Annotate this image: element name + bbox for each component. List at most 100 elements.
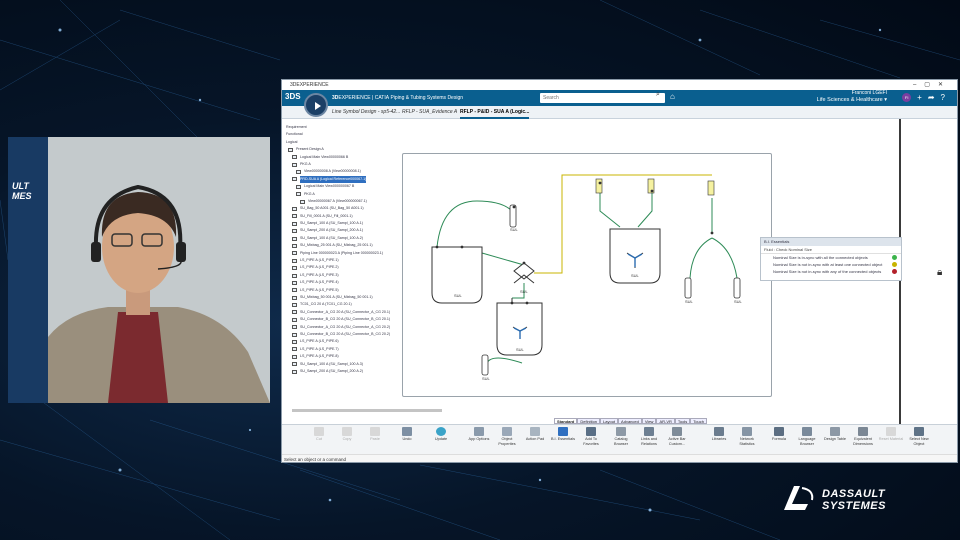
action-bar: Cut Copy Paste Undo Update App Options O…	[282, 424, 957, 454]
tree-node[interactable]: SU_Connector_B_CG 20 A (SU_Connector_B_C…	[286, 316, 396, 323]
tree-node[interactable]: SU_Connector_B_CG 20 A (SU_Connector_B_C…	[286, 331, 396, 338]
tree-node[interactable]: Logical	[286, 139, 396, 146]
node-icon	[292, 243, 297, 248]
tree-node[interactable]: LS_PIPE A (LS_PIPE.8)	[286, 353, 396, 360]
active-bar-custom-button[interactable]: Active Bar Custom...	[664, 427, 690, 446]
bi-essentials-button[interactable]: B.I. Essentials	[550, 427, 576, 442]
compass-icon[interactable]	[304, 93, 328, 117]
tree-node[interactable]: LS_PIPE A (LS_PIPE.3)	[286, 272, 396, 279]
object-properties-button[interactable]: Object Properties	[494, 427, 520, 446]
tag-icon[interactable]: ⌂	[670, 92, 675, 101]
tree-node[interactable]: Functional	[286, 131, 396, 138]
select-object-icon	[914, 427, 924, 436]
status-dot-green-icon	[892, 255, 897, 260]
tree-node[interactable]: TC01_CG 20 A (TC01_CG 20.1)	[286, 301, 396, 308]
tree-node[interactable]: SU_Fill_0001 A (SU_Fill_0001.1)	[286, 213, 396, 220]
tree-node[interactable]: LS_PIPE A (LS_PIPE.2)	[286, 264, 396, 271]
tree-node[interactable]: Logical Main View00000066 B	[286, 154, 396, 161]
tab-rflp-pid-sua[interactable]: RFLP - P&ID - SUA A (Logic...	[460, 109, 530, 119]
add-icon[interactable]: +	[917, 93, 922, 102]
search-input[interactable]	[540, 93, 665, 103]
tree-node[interactable]: Present Design A	[286, 146, 396, 153]
lock-icon[interactable]: 🔒︎	[937, 267, 942, 278]
tree-node[interactable]: SU_Sampl_100 A (SU_Sampl_100 A.2)	[286, 235, 396, 242]
specification-tree: Requirement Functional Logical Present D…	[286, 124, 396, 414]
node-icon	[292, 214, 297, 219]
select-new-object-button[interactable]: Select New Object	[906, 427, 932, 446]
tree-node[interactable]: SU_Sampl_200 A (SU_Sampl_200 A.2)	[286, 368, 396, 375]
dimensions-icon	[858, 427, 868, 436]
tree-scrollbar[interactable]	[292, 409, 442, 412]
app-options-button[interactable]: App Options	[466, 427, 492, 442]
tree-node[interactable]: SU_Mixbag_50 001 A (SU_Mixbag_50 001.1)	[286, 294, 396, 301]
node-icon	[292, 347, 297, 352]
node-icon	[288, 147, 293, 152]
design-table-button[interactable]: Design Table	[822, 427, 848, 442]
help-icon[interactable]: ?	[941, 93, 945, 102]
tree-node[interactable]: View00000067 A (View000000067.1)	[286, 198, 396, 205]
tree-node[interactable]: Logical Main View000000067 B	[286, 183, 396, 190]
paste-button[interactable]: Paste	[362, 427, 388, 442]
tree-node[interactable]: PKG A	[286, 191, 396, 198]
links-relations-button[interactable]: Links and Relations	[636, 427, 662, 446]
tab-line-symbol-design[interactable]: Line Symbol Design - sp5-42...	[332, 109, 400, 115]
network-statistics-button[interactable]: Network Statistics	[734, 427, 760, 446]
action-pad-button[interactable]: Action Pad	[522, 427, 548, 442]
reset-material-button[interactable]: Reset Material	[878, 427, 904, 442]
tree-node[interactable]: LS_PIPE A (LS_PIPE.4)	[286, 279, 396, 286]
window-controls[interactable]: –▢✕	[913, 80, 951, 90]
tree-node[interactable]: LS_PIPE A (LS_PIPE.6)	[286, 338, 396, 345]
copy-button[interactable]: Copy	[334, 427, 360, 442]
corporate-name-line1: DASSAULT	[822, 488, 886, 500]
bi-essentials-filter[interactable]: Fluid : Check Nominal Size	[761, 246, 901, 254]
tree-node[interactable]: LS_PIPE A (LS_PIPE.7)	[286, 346, 396, 353]
customize-icon	[672, 427, 682, 436]
tree-node[interactable]: LS_PIPE A (LS_PIPE.1)	[286, 257, 396, 264]
node-icon	[292, 251, 297, 256]
equivalent-dimensions-button[interactable]: Equivalent Dimensions	[850, 427, 876, 446]
tree-node[interactable]: SU_Connector_A_CG 20 A (SU_Connector_A_C…	[286, 324, 396, 331]
legend-row: Nominal Size is not in-sync with any of …	[761, 268, 901, 275]
tree-node[interactable]: SU_Connector_A_CG 20 A (SU_Connector_A_C…	[286, 309, 396, 316]
node-icon	[296, 192, 301, 197]
add-to-favorites-button[interactable]: Add To Favorites	[578, 427, 604, 446]
tree-node-selected[interactable]: PRD-SUA A (Logical Reference000067.1)	[286, 175, 396, 184]
share-icon[interactable]: ➦	[928, 93, 935, 102]
app-name: Piping & Tubing Systems Design	[390, 95, 464, 101]
language-browser-button[interactable]: Language Browser	[794, 427, 820, 446]
tree-node[interactable]: PKG A	[286, 161, 396, 168]
webcam-feed: ULT MES	[8, 137, 270, 403]
catalog-browser-button[interactable]: Catalog Browser	[608, 427, 634, 446]
tree-node[interactable]: SU_Sampl_100 A (SU_Sampl_100 A.3)	[286, 361, 396, 368]
links-icon	[644, 427, 654, 436]
statistics-icon	[742, 427, 752, 436]
scissors-icon	[314, 427, 324, 436]
tree-node[interactable]: LS_PIPE A (LS_PIPE.5)	[286, 287, 396, 294]
node-icon	[292, 229, 297, 234]
bi-essentials-panel[interactable]: B.I. Essentials Fluid : Check Nominal Si…	[760, 237, 902, 281]
avatar[interactable]: FI	[902, 93, 912, 102]
tree-node[interactable]: Piping Line 000000023 A (Piping Line 000…	[286, 250, 396, 257]
formula-button[interactable]: Formula	[766, 427, 792, 442]
presenter-video	[8, 137, 270, 403]
node-icon	[296, 170, 301, 175]
tab-rflp-sua-evidence[interactable]: RFLP - SUA_Evidence A	[402, 109, 457, 115]
tree-node[interactable]: View00000008 A (View00000008.1)	[286, 168, 396, 175]
undo-button[interactable]: Undo	[394, 427, 420, 442]
workspace-selector[interactable]: Life Sciences & Healthcare ▾	[817, 97, 887, 104]
pid-diagram[interactable]: SUL SUL SUL SUL SUL SUL SUL SUL	[402, 153, 772, 397]
material-icon	[886, 427, 896, 436]
node-icon	[296, 184, 301, 189]
tree-node[interactable]: Requirement	[286, 124, 396, 131]
tree-node[interactable]: SU_Bag_50 A001 (SU_Bag_50 A001.1)	[286, 205, 396, 212]
tree-node[interactable]: SU_Sampl_100 A (SU_Sampl_100 A.1)	[286, 220, 396, 227]
tree-node[interactable]: SU_Mixbag_25 001 A (SU_Mixbag_25 001.1)	[286, 242, 396, 249]
update-button[interactable]: Update	[428, 427, 454, 442]
window-titlebar: 3DEXPERIENCE –▢✕	[282, 80, 957, 90]
search-icon[interactable]: ⌕	[656, 91, 660, 99]
node-icon	[292, 258, 297, 263]
tree-node[interactable]: SU_Sampl_200 A (SU_Sampl_200 A.1)	[286, 227, 396, 234]
node-icon	[292, 236, 297, 241]
cut-button[interactable]: Cut	[306, 427, 332, 442]
libraries-button[interactable]: Libraries	[706, 427, 732, 442]
